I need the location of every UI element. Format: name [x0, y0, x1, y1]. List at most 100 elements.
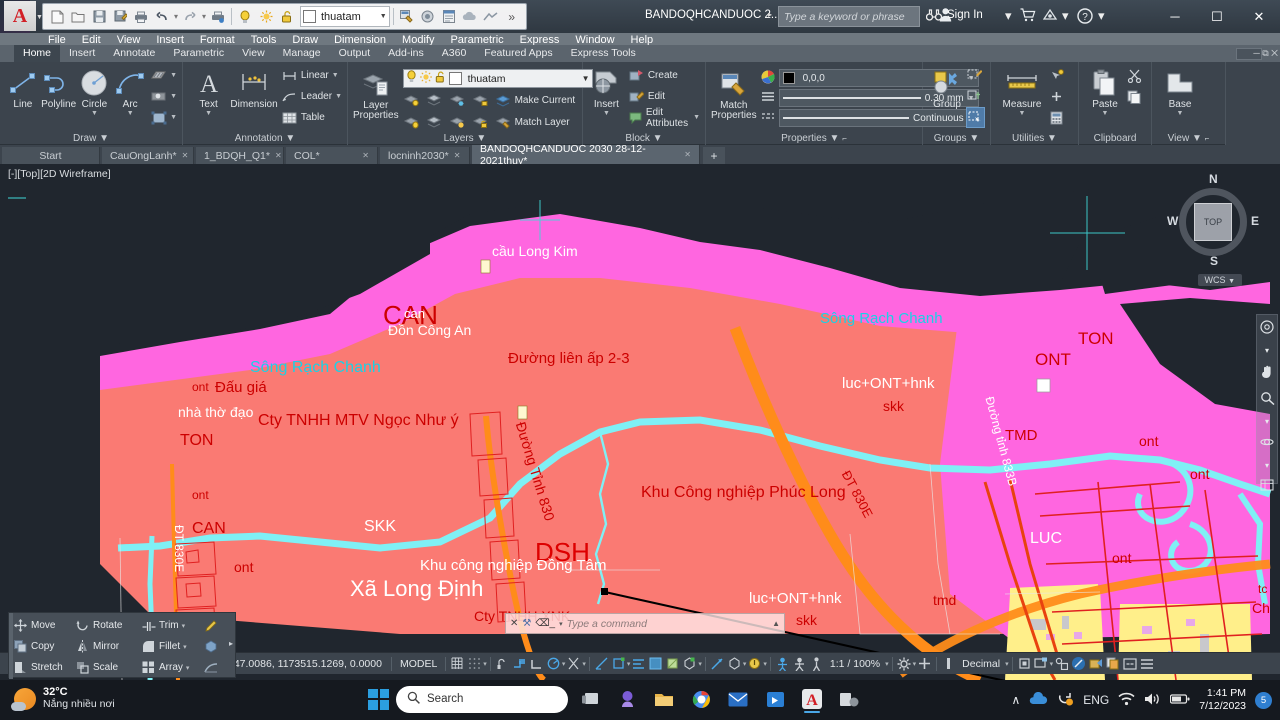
- showmotion-icon[interactable]: [1260, 479, 1274, 494]
- layer-bulb-icon[interactable]: [406, 69, 417, 88]
- plot2-icon[interactable]: [208, 6, 228, 27]
- cart-icon[interactable]: [1020, 8, 1036, 25]
- doctab-1bdqhq1[interactable]: 1_BDQH_Q1* ✕: [196, 147, 284, 164]
- array-button[interactable]: Array ▾: [141, 657, 203, 678]
- dynamic-ucs-icon[interactable]: [511, 653, 528, 675]
- orbit-caret-icon[interactable]: ▾: [1265, 461, 1269, 470]
- match-layer-button[interactable]: Match Layer: [495, 112, 570, 133]
- close-icon[interactable]: ✕: [182, 151, 189, 160]
- paste-button[interactable]: Paste ▼: [1084, 65, 1126, 117]
- zoom-caret-icon[interactable]: ▾: [1265, 417, 1269, 426]
- render-icon[interactable]: [418, 6, 438, 27]
- undo-caret-icon[interactable]: ▾: [173, 12, 179, 21]
- viewcube-north[interactable]: N: [1209, 172, 1218, 186]
- edit-block-button[interactable]: Edit: [628, 86, 700, 107]
- start-button-icon[interactable]: [368, 688, 389, 710]
- tab-view[interactable]: View: [233, 45, 274, 62]
- command-line[interactable]: ✕ ⚒ ⌫_ ▾ Type a command ▲: [505, 613, 785, 634]
- undo-icon[interactable]: [152, 6, 172, 27]
- copy-clip-button[interactable]: [1126, 86, 1143, 107]
- base-button[interactable]: Base ▼: [1157, 65, 1203, 117]
- tray-expand-icon[interactable]: ∧: [1011, 693, 1020, 707]
- wifi-icon[interactable]: [1118, 692, 1135, 709]
- hardware-acceleration-icon[interactable]: [1033, 653, 1050, 675]
- infocenter-search[interactable]: Type a keyword or phrase: [778, 6, 920, 27]
- toolbar-expand-icon[interactable]: ▸: [229, 639, 233, 648]
- signin-caret-icon[interactable]: ▾: [1005, 8, 1012, 24]
- measure-caret-icon[interactable]: ▼: [1019, 110, 1026, 117]
- layer-color-box[interactable]: [448, 72, 462, 85]
- edit-attr-caret-icon[interactable]: ▼: [693, 114, 700, 121]
- arc-button[interactable]: Arc ▼: [112, 65, 148, 117]
- ungroup-button[interactable]: [966, 65, 985, 86]
- layer-on-icon[interactable]: [235, 6, 255, 27]
- command-close-icon[interactable]: ✕: [510, 618, 518, 629]
- 3d-object-snap-icon[interactable]: [726, 653, 743, 675]
- viewcube-west[interactable]: W: [1167, 214, 1178, 228]
- update-icon[interactable]: [1057, 691, 1074, 709]
- layer-isolate-icon[interactable]: [403, 92, 420, 109]
- tab-output[interactable]: Output: [330, 45, 380, 62]
- isolate-objects-icon[interactable]: [1016, 653, 1033, 675]
- trim-caret-icon[interactable]: ▾: [182, 622, 186, 630]
- close-icon[interactable]: ✕: [454, 151, 461, 160]
- polar-tracking-icon[interactable]: [545, 653, 562, 675]
- close-icon[interactable]: ✕: [275, 151, 282, 160]
- misc-app-icon[interactable]: [834, 684, 864, 714]
- mirror-button[interactable]: Mirror: [75, 636, 141, 657]
- base-caret-icon[interactable]: ▼: [1177, 110, 1184, 117]
- layer-sun-icon[interactable]: [419, 70, 432, 88]
- isolate-toggle-icon[interactable]: [1053, 653, 1070, 675]
- ribbon-window-controls[interactable]: ─ ⧉ ✕: [1253, 48, 1278, 59]
- onedrive-icon[interactable]: [1029, 691, 1048, 709]
- modify-toolbar[interactable]: Move Rotate Trim ▾ Copy Mirror Fillet ▾ …: [8, 612, 236, 679]
- chrome-icon[interactable]: [686, 684, 716, 714]
- cut-button[interactable]: [1126, 65, 1143, 86]
- autocad-logo-icon[interactable]: A: [4, 1, 36, 31]
- layer-unisolate-icon[interactable]: [426, 92, 443, 109]
- rotate-button[interactable]: Rotate: [75, 615, 141, 636]
- circle-button[interactable]: Circle ▼: [77, 65, 113, 117]
- arc-caret-icon[interactable]: ▼: [127, 110, 134, 117]
- panel-view-title[interactable]: View ▼ ⌐: [1152, 133, 1225, 144]
- annotation-person-icon-1[interactable]: [774, 653, 791, 675]
- steering-wheel-icon[interactable]: [1260, 320, 1274, 337]
- lineweight-display-icon[interactable]: [647, 653, 664, 675]
- wcs-caret-icon[interactable]: ▼: [1228, 278, 1235, 285]
- transparency-icon[interactable]: [664, 653, 681, 675]
- appmgr-caret-icon[interactable]: ▾: [1062, 8, 1069, 24]
- properties-dialog-launcher[interactable]: ⌐: [842, 134, 847, 143]
- paste-caret-icon[interactable]: ▼: [1102, 110, 1109, 117]
- array-caret-icon[interactable]: ▾: [186, 664, 190, 672]
- view-cube[interactable]: TOP N S E W: [1165, 172, 1260, 269]
- leader-button[interactable]: Leader ▼: [281, 86, 342, 107]
- annotation-person-icon-2[interactable]: [791, 653, 808, 675]
- workspace-icon[interactable]: [481, 6, 501, 27]
- command-expand-icon[interactable]: ▲: [772, 619, 780, 628]
- viewcube-south[interactable]: S: [1210, 254, 1218, 268]
- store-icon[interactable]: [760, 684, 790, 714]
- layer-lock-icon[interactable]: [277, 6, 297, 27]
- mail-icon[interactable]: [723, 684, 753, 714]
- doctab-bandoqhcanduoc[interactable]: BANDOQHCANDUOC 2030 28-12-2021thuy* ✕: [472, 143, 700, 167]
- panel-draw-title[interactable]: Draw ▼: [0, 133, 182, 144]
- chamfer-button[interactable]: [203, 657, 241, 678]
- widgets-icon[interactable]: [612, 684, 642, 714]
- table-button[interactable]: Table: [281, 107, 342, 128]
- autocad-taskbar-icon[interactable]: A: [797, 684, 827, 714]
- tab-insert[interactable]: Insert: [60, 45, 104, 62]
- close-button[interactable]: ✕: [1238, 0, 1280, 33]
- grid-icon[interactable]: [449, 653, 466, 675]
- hatch-button[interactable]: ▼: [150, 65, 177, 86]
- view-label[interactable]: [-][Top][2D Wireframe]: [8, 168, 111, 180]
- annoscale-caret-icon[interactable]: ▾: [763, 660, 767, 668]
- annotation-scale-change-icon[interactable]: [746, 653, 763, 675]
- gradient-button[interactable]: ▼: [150, 86, 177, 107]
- polyline-button[interactable]: Polyline: [41, 65, 77, 110]
- snap-caret-icon[interactable]: ▾: [483, 660, 487, 668]
- insert-block-button[interactable]: Insert ▼: [588, 65, 625, 117]
- tab-express-tools[interactable]: Express Tools: [562, 45, 645, 62]
- battery-icon[interactable]: [1170, 693, 1190, 708]
- export-layout-icon[interactable]: [1087, 653, 1104, 675]
- zoom-extents-icon[interactable]: [1260, 391, 1275, 408]
